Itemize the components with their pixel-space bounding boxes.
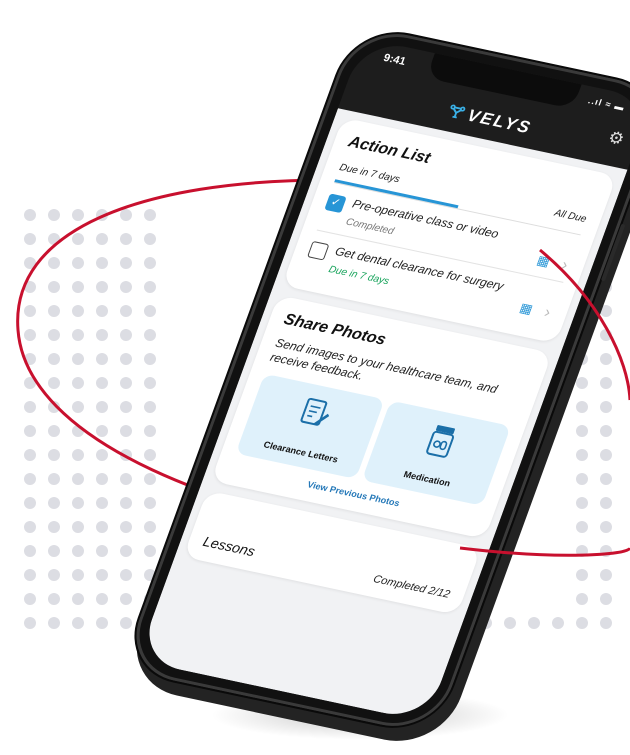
red-ring-front xyxy=(459,248,630,557)
